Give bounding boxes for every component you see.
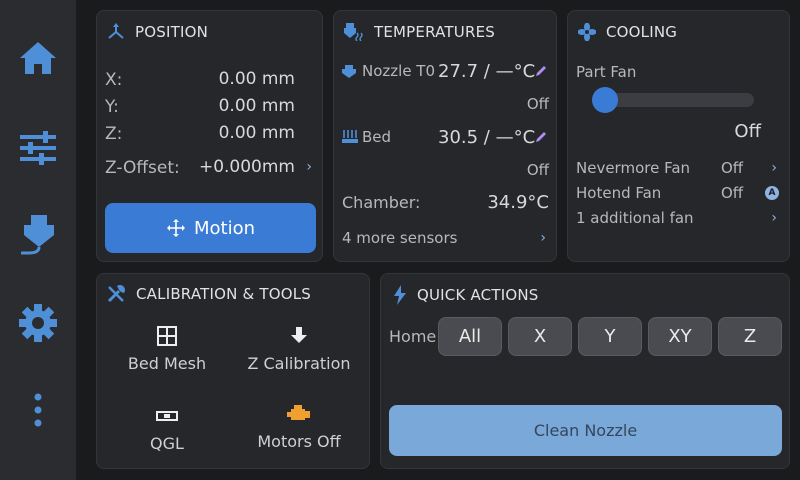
calibration-panel: CALIBRATION & TOOLS Bed Mesh Z Calibrati… (96, 273, 370, 469)
position-panel: POSITION X: 0.00 mm Y: 0.00 mm Z: 0.00 m… (96, 10, 323, 262)
temperatures-panel: TEMPERATURES Nozzle T0 27.7 / —°C Off Be… (333, 10, 557, 262)
qgl-button[interactable]: QGL (99, 404, 235, 453)
motion-label: Motion (193, 217, 256, 239)
temperatures-title: TEMPERATURES (374, 23, 495, 41)
x-label: X: (105, 70, 123, 90)
pencil-icon[interactable] (534, 130, 548, 144)
nozzle-icon (342, 65, 356, 78)
home-label: Home (389, 327, 437, 346)
qgl-label: QGL (150, 434, 184, 453)
y-value: 0.00 mm (218, 96, 295, 116)
auto-badge: A (765, 186, 779, 200)
chevron-right-icon: › (771, 160, 777, 176)
nav-settings[interactable] (0, 293, 76, 353)
hotend-value: Off (721, 184, 744, 202)
z-calibration-label: Z Calibration (247, 354, 351, 373)
nevermore-value: Off (721, 159, 744, 177)
engine-icon (287, 405, 310, 420)
home-all-button[interactable]: All (438, 317, 502, 356)
nevermore-label: Nevermore Fan (576, 159, 691, 177)
nav-home[interactable] (0, 28, 76, 88)
clean-nozzle-button[interactable]: Clean Nozzle (389, 405, 782, 456)
nav-tune[interactable] (0, 118, 76, 178)
home-icon (20, 42, 56, 74)
part-fan-label: Part Fan (576, 63, 637, 81)
z-calibration-button[interactable]: Z Calibration (231, 324, 367, 373)
pencil-icon[interactable] (534, 64, 548, 78)
z-label: Z: (105, 124, 123, 144)
chevron-right-icon: › (771, 210, 777, 226)
zoffset-label: Z-Offset: (105, 158, 180, 178)
tools-icon (107, 285, 125, 303)
quick-actions-panel: QUICK ACTIONS Home All X Y XY Z Clean No… (380, 273, 790, 469)
z-value: 0.00 mm (218, 123, 295, 143)
nozzle-status: Off (526, 95, 549, 113)
move-arrows-icon (166, 219, 185, 237)
heat-icon (344, 23, 363, 41)
nav-more[interactable] (0, 380, 76, 440)
x-value: 0.00 mm (218, 69, 295, 89)
chamber-label: Chamber: (342, 193, 421, 212)
home-z-button[interactable]: Z (718, 317, 782, 356)
bed-label: Bed (362, 128, 392, 146)
home-y-button[interactable]: Y (578, 317, 642, 356)
nav-filament[interactable] (0, 205, 76, 265)
chevron-right-icon: › (306, 159, 312, 175)
motion-button[interactable]: Motion (105, 203, 316, 253)
fan-icon (578, 23, 596, 41)
part-fan-value: Off (734, 121, 761, 142)
chevron-right-icon: › (540, 230, 546, 246)
calibration-title: CALIBRATION & TOOLS (136, 285, 312, 303)
bed-status: Off (526, 161, 549, 179)
bed-value: 30.5 / —°C (438, 127, 536, 148)
lightning-icon (394, 285, 406, 305)
sidebar (0, 0, 76, 480)
more-sensors-label: 4 more sensors (342, 229, 458, 247)
chamber-value: 34.9°C (487, 192, 549, 213)
cooling-title: COOLING (606, 23, 678, 41)
additional-fans-label: 1 additional fan (576, 209, 694, 227)
temperatures-header: TEMPERATURES (344, 23, 495, 41)
motors-off-button[interactable]: Motors Off (231, 402, 367, 451)
tune-icon (20, 131, 56, 165)
quick-actions-header: QUICK ACTIONS (393, 285, 539, 305)
motors-off-label: Motors Off (257, 432, 341, 451)
calibration-header: CALIBRATION & TOOLS (106, 284, 311, 304)
more-vertical-icon (34, 393, 42, 427)
position-header: POSITION (107, 23, 208, 41)
zoffset-value: +0.000mm (198, 157, 295, 177)
position-title: POSITION (135, 23, 209, 41)
part-fan-slider-track[interactable] (594, 93, 754, 107)
bed-mesh-button[interactable]: Bed Mesh (99, 324, 235, 373)
cooling-header: COOLING (578, 23, 677, 41)
part-fan-slider-knob[interactable] (592, 87, 618, 113)
bed-heater-icon (342, 130, 358, 143)
arrow-down-icon (291, 327, 307, 343)
nozzle-label: Nozzle T0 (362, 62, 436, 80)
home-xy-button[interactable]: XY (648, 317, 712, 356)
hotend-label: Hotend Fan (576, 184, 662, 202)
y-label: Y: (105, 97, 119, 117)
axes-icon (108, 23, 124, 39)
gear-icon (19, 304, 57, 342)
filament-icon (21, 215, 54, 255)
quick-actions-title: QUICK ACTIONS (417, 286, 539, 304)
bed-mesh-label: Bed Mesh (127, 354, 207, 373)
cooling-panel: COOLING Part Fan Off Nevermore Fan Off ›… (567, 10, 790, 262)
home-x-button[interactable]: X (508, 317, 572, 356)
level-icon (156, 411, 178, 421)
grid-icon (157, 326, 177, 346)
nozzle-value: 27.7 / —°C (438, 61, 536, 82)
